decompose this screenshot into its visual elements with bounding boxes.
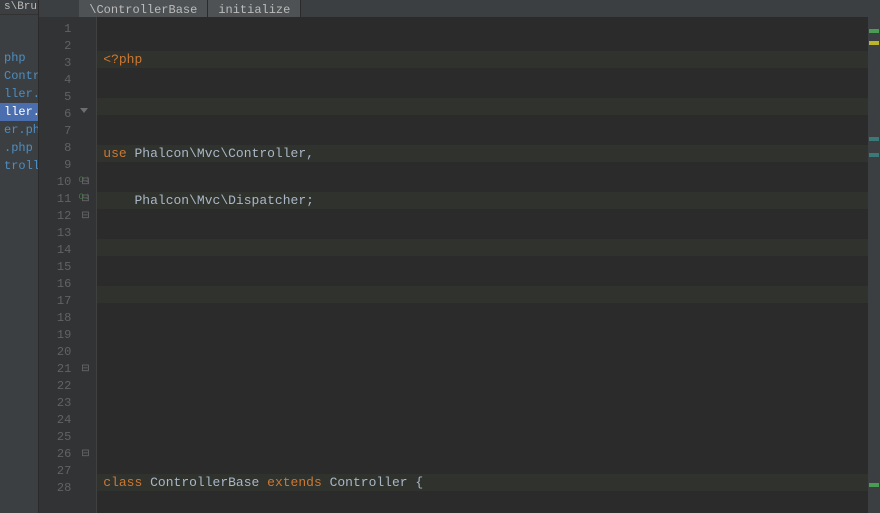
line-number: 28 bbox=[39, 480, 77, 497]
fold-toggle-icon[interactable]: ⊟ bbox=[81, 176, 89, 188]
marker-teal[interactable] bbox=[869, 153, 879, 157]
line-number: 2 bbox=[39, 38, 77, 55]
project-sidebar[interactable]: s\Bruno\Dropbox\We php Controller.php ll… bbox=[0, 0, 39, 513]
line-number: 24 bbox=[39, 412, 77, 429]
line-number: 19 bbox=[39, 327, 77, 344]
fold-toggle-icon[interactable]: ⊟ bbox=[81, 193, 89, 205]
line-number: 4 bbox=[39, 72, 77, 89]
php-open-tag: <?php bbox=[103, 52, 142, 67]
app-root: s\Bruno\Dropbox\We php Controller.php ll… bbox=[0, 0, 880, 513]
marker-yellow[interactable] bbox=[869, 41, 879, 45]
file-tree: php Controller.php ller.php ller.php er.… bbox=[0, 15, 38, 175]
tree-item[interactable]: .php bbox=[0, 139, 38, 157]
marker-green[interactable] bbox=[869, 29, 879, 33]
error-stripe[interactable] bbox=[868, 17, 880, 513]
line-number: 14 bbox=[39, 242, 77, 259]
line-number: 8 bbox=[39, 140, 77, 157]
tree-item-selected[interactable]: ller.php bbox=[0, 103, 38, 121]
line-number: 26 bbox=[39, 446, 77, 463]
line-number: 20 bbox=[39, 344, 77, 361]
fold-gutter[interactable]: o↓ o↓ ⊟ ⊟ ⊟ ⊟ ⊟ bbox=[77, 17, 97, 513]
line-number: 10 bbox=[39, 174, 77, 191]
line-number: 5 bbox=[39, 89, 77, 106]
line-number: 18 bbox=[39, 310, 77, 327]
code-content[interactable]: <?php use Phalcon\Mvc\Controller, Phalco… bbox=[97, 17, 868, 513]
line-number: 9 bbox=[39, 157, 77, 174]
line-number: 12 bbox=[39, 208, 77, 225]
breadcrumb-class[interactable]: \ControllerBase bbox=[79, 0, 208, 17]
line-number: 15 bbox=[39, 259, 77, 276]
line-number: 11 bbox=[39, 191, 77, 208]
tree-item[interactable]: ller.php bbox=[0, 85, 38, 103]
sidebar-pathbar: s\Bruno\Dropbox\We bbox=[0, 0, 38, 15]
line-number: 13 bbox=[39, 225, 77, 242]
breadcrumb: \ControllerBase initialize bbox=[39, 0, 880, 17]
line-number: 6 bbox=[39, 106, 77, 123]
line-number: 16 bbox=[39, 276, 77, 293]
line-number: 22 bbox=[39, 378, 77, 395]
marker-teal[interactable] bbox=[869, 137, 879, 141]
editor-pane: \ControllerBase initialize 1234567891011… bbox=[39, 0, 880, 513]
fold-toggle-icon[interactable]: ⊟ bbox=[81, 210, 89, 222]
tree-item[interactable]: troller.php bbox=[0, 157, 38, 175]
line-number: 21 bbox=[39, 361, 77, 378]
line-number-gutter: 1234567891011121314151617181920212223242… bbox=[39, 17, 77, 513]
line-number: 7 bbox=[39, 123, 77, 140]
line-number: 3 bbox=[39, 55, 77, 72]
fold-arrow-icon[interactable] bbox=[80, 108, 88, 113]
tree-item[interactable]: php bbox=[0, 49, 38, 67]
marker-green[interactable] bbox=[869, 483, 879, 487]
line-number: 23 bbox=[39, 395, 77, 412]
code-area[interactable]: 1234567891011121314151617181920212223242… bbox=[39, 17, 880, 513]
fold-toggle-icon[interactable]: ⊟ bbox=[81, 448, 89, 460]
line-number: 17 bbox=[39, 293, 77, 310]
line-number: 25 bbox=[39, 429, 77, 446]
line-number: 27 bbox=[39, 463, 77, 480]
line-number: 1 bbox=[39, 21, 77, 38]
tree-item[interactable]: Controller.php bbox=[0, 67, 38, 85]
tree-item[interactable]: er.php bbox=[0, 121, 38, 139]
breadcrumb-method[interactable]: initialize bbox=[208, 0, 301, 17]
fold-toggle-icon[interactable]: ⊟ bbox=[81, 363, 89, 375]
